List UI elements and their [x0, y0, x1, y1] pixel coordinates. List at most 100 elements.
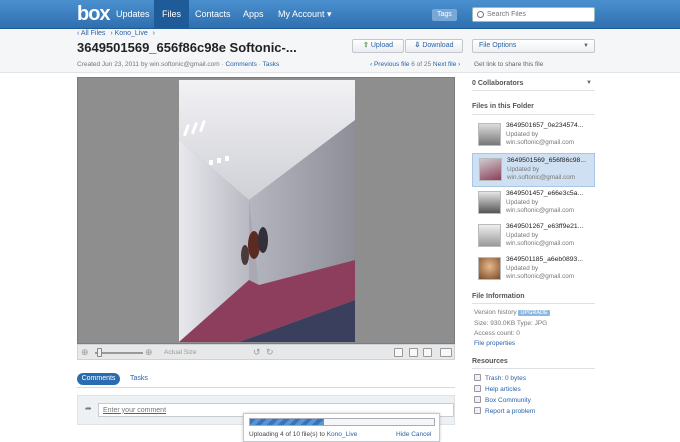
file-name: 3649501457_e66e3c5a...	[506, 190, 584, 197]
share-link-text[interactable]: Get link to share this file	[474, 61, 543, 68]
breadcrumb-all-files[interactable]: ‹ All Files	[77, 30, 105, 37]
nav-updates[interactable]: Updates	[108, 0, 158, 29]
folder-file-item[interactable]: 3649501657_0e234574... Updated by win.so…	[472, 119, 595, 153]
upload-progress-bar	[249, 418, 435, 426]
file-name: 3649501185_a6eb0893...	[506, 256, 583, 263]
file-thumbnail	[478, 123, 501, 146]
chevron-down-icon: ▼	[583, 43, 589, 49]
previous-file-link[interactable]: ‹ Previous file	[370, 61, 409, 68]
breadcrumb-kono-live[interactable]: › Kono_Live	[110, 30, 147, 37]
comment-arrow-icon: ➦	[85, 404, 92, 413]
download-arrow-icon: ⇩	[414, 42, 421, 49]
box-community-link[interactable]: Box Community	[474, 396, 531, 404]
upload-button[interactable]: ⇧ Upload	[352, 39, 404, 53]
nav-apps[interactable]: Apps	[235, 0, 272, 29]
file-updated: Updated by win.softonic@gmail.com	[506, 199, 574, 214]
files-in-folder-heading: Files in this Folder	[472, 103, 534, 110]
upload-actions: Hide Cancel	[396, 431, 431, 438]
zoom-slider-handle[interactable]	[97, 348, 102, 357]
upgrade-badge[interactable]: UPGRADE	[518, 310, 550, 316]
file-meta: Created Jun 23, 2011 by win.softonic@gma…	[77, 61, 280, 68]
rotate-right-icon[interactable]: ↻	[266, 347, 274, 358]
file-updated: Updated by win.softonic@gmail.com	[506, 265, 574, 280]
tags-button[interactable]: Tags	[432, 9, 457, 21]
chevron-down-icon[interactable]: ▼	[586, 80, 592, 86]
tab-tasks[interactable]: Tasks	[130, 373, 148, 385]
report-problem-link[interactable]: Report a problem	[474, 407, 535, 415]
sidebar-divider	[472, 303, 595, 304]
file-name: 3649501267_e63ff9e21...	[506, 223, 584, 230]
access-count: Access count: 0	[474, 330, 520, 337]
search-icon	[477, 11, 484, 18]
preview-image	[179, 80, 355, 342]
file-thumbnail	[479, 158, 502, 181]
sidebar-divider	[472, 90, 595, 91]
upload-target-link[interactable]: Kono_Live	[327, 431, 358, 438]
single-page-icon[interactable]	[409, 348, 418, 357]
nav-files[interactable]: Files	[154, 0, 190, 29]
nav-my-account[interactable]: My Account ▾	[270, 0, 340, 29]
file-thumbnail	[478, 224, 501, 247]
trash-link[interactable]: Trash: 0 bytes	[474, 374, 526, 382]
file-options-dropdown[interactable]: File Options ▼	[472, 39, 595, 53]
created-text: Created Jun 23, 2011 by win.softonic@gma…	[77, 61, 224, 68]
file-thumbnail	[478, 257, 501, 280]
page-title: 3649501569_656f86c98e Softonic-...	[77, 40, 297, 55]
folder-file-item-selected[interactable]: 3649501569_656f86c98... Updated by win.s…	[472, 153, 595, 187]
tab-comments[interactable]: Comments	[77, 373, 120, 385]
preview-toolbar: ⊕ ⊕ Actual Size ↺ ↻	[77, 344, 455, 360]
breadcrumb-separator: ›	[152, 30, 156, 37]
tasks-link[interactable]: Tasks	[263, 61, 280, 68]
help-icon	[474, 385, 481, 392]
print-icon[interactable]	[394, 348, 403, 357]
rotate-left-icon[interactable]: ↺	[253, 347, 261, 358]
nav-contacts[interactable]: Contacts	[187, 0, 239, 29]
collaborators-heading[interactable]: 0 Collaborators	[472, 80, 523, 87]
box-logo[interactable]: box	[77, 3, 111, 26]
upload-progress-fill	[250, 419, 324, 425]
report-icon	[474, 407, 481, 414]
upload-status-popup: Uploading 4 of 10 file(s) to Kono_Live H…	[243, 413, 440, 442]
zoom-in-icon[interactable]: ⊕	[145, 347, 153, 358]
actual-size-button[interactable]: Actual Size	[164, 349, 197, 356]
file-information-heading: File Information	[472, 293, 525, 300]
upload-cancel-button[interactable]: Cancel	[411, 431, 431, 438]
sidebar-divider	[472, 114, 595, 115]
search-input[interactable]	[487, 9, 592, 20]
next-file-link[interactable]: Next file ›	[433, 61, 460, 68]
hallway-photo	[179, 80, 355, 342]
upload-hide-button[interactable]: Hide	[396, 431, 409, 438]
help-articles-link[interactable]: Help articles	[474, 385, 521, 393]
file-name: 3649501657_0e234574...	[506, 122, 584, 129]
file-preview	[77, 77, 455, 344]
file-position: 6 of 25	[411, 61, 432, 68]
file-size-type: Size: 930.0KB Type: JPG	[474, 320, 548, 327]
file-updated: Updated by win.softonic@gmail.com	[506, 232, 574, 247]
sidebar-divider	[472, 368, 595, 369]
breadcrumb: ‹ All Files › Kono_Live ›	[77, 30, 158, 37]
file-name: 3649501569_656f86c98...	[507, 157, 586, 164]
folder-file-item[interactable]: 3649501457_e66e3c5a... Updated by win.so…	[472, 187, 595, 221]
upload-status-text: Uploading 4 of 10 file(s) to Kono_Live	[249, 431, 358, 438]
community-icon	[474, 396, 481, 403]
file-thumbnail	[478, 191, 501, 214]
zoom-out-icon[interactable]: ⊕	[81, 347, 89, 358]
folder-file-item[interactable]: 3649501185_a6eb0893... Updated by win.so…	[472, 253, 595, 287]
tab-divider	[77, 387, 455, 388]
folder-file-item[interactable]: 3649501267_e63ff9e21... Updated by win.s…	[472, 220, 595, 254]
file-updated: Updated by win.softonic@gmail.com	[507, 166, 575, 181]
resources-heading: Resources	[472, 358, 508, 365]
upload-arrow-icon: ⇧	[362, 42, 369, 49]
trash-icon	[474, 374, 481, 381]
file-properties-link[interactable]: File properties	[474, 340, 515, 347]
search-box[interactable]	[472, 7, 595, 22]
download-button[interactable]: ⇩ Download	[405, 39, 463, 53]
zoom-slider[interactable]	[95, 352, 143, 354]
grid-view-icon[interactable]	[423, 348, 432, 357]
comments-link[interactable]: Comments	[225, 61, 256, 68]
version-history: Version history UPGRADE	[474, 309, 550, 316]
file-updated: Updated by win.softonic@gmail.com	[506, 131, 574, 146]
top-navigation-bar: box Updates Files Contacts Apps My Accou…	[0, 0, 680, 29]
file-pager: ‹ Previous file 6 of 25 Next file ›	[370, 61, 460, 68]
fullscreen-icon[interactable]	[440, 348, 452, 357]
